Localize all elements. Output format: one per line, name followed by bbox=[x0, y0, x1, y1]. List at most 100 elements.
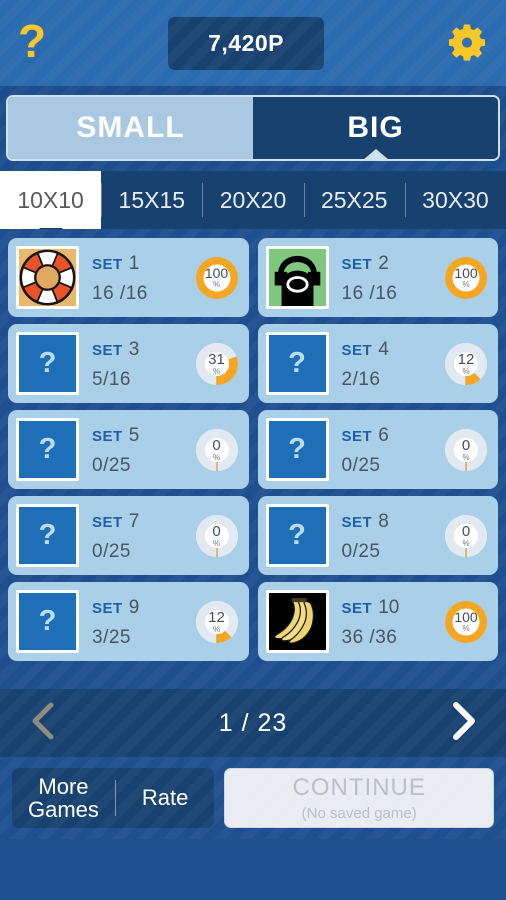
tab-small[interactable]: SMALL bbox=[8, 97, 253, 159]
continue-button[interactable]: CONTINUE (No saved game) bbox=[224, 768, 494, 828]
set-info: SET 2 16 /16 bbox=[329, 251, 444, 305]
set-number: 8 bbox=[378, 510, 389, 532]
set-thumbnail-locked: ? bbox=[16, 590, 79, 653]
set-word: SET bbox=[341, 427, 373, 445]
puzzle-set-card[interactable]: SET 1 16 /16 100% bbox=[8, 238, 249, 317]
set-progress-count: 16 /16 bbox=[92, 282, 148, 304]
set-title-line: SET 5 bbox=[92, 425, 194, 447]
help-icon[interactable]: ? bbox=[18, 18, 46, 64]
percent-symbol: % bbox=[212, 366, 221, 376]
percent-symbol: % bbox=[462, 366, 470, 376]
set-info: SET 9 3/25 bbox=[79, 595, 194, 649]
completion-ring: 100% bbox=[443, 599, 489, 645]
percent-symbol: % bbox=[212, 452, 221, 462]
page-indicator: 1 / 23 bbox=[218, 708, 288, 737]
chevron-right-icon[interactable] bbox=[446, 699, 480, 748]
set-thumbnail bbox=[265, 590, 329, 653]
set-word: SET bbox=[92, 255, 123, 273]
question-mark-icon: ? bbox=[288, 519, 306, 551]
puzzle-set-grid-area: SET 1 16 /16 100% SET 2 16 /16 100%? SET 3 5/16… bbox=[0, 229, 506, 689]
puzzle-set-card[interactable]: SET 10 36 /36 100% bbox=[257, 582, 498, 661]
percent-symbol: % bbox=[462, 538, 470, 548]
set-title-line: SET 10 bbox=[342, 597, 444, 619]
set-info: SET 5 0/25 bbox=[79, 423, 194, 477]
set-word: SET bbox=[341, 341, 373, 359]
set-info: SET 10 36 /36 bbox=[329, 595, 444, 649]
more-games-button[interactable]: More Games bbox=[12, 775, 115, 821]
completion-ring: 100% bbox=[194, 255, 240, 301]
percent-symbol: % bbox=[212, 280, 221, 289]
set-word: SET bbox=[92, 427, 123, 445]
tab-15x15[interactable]: 15X15 bbox=[101, 171, 202, 229]
completion-percent: 0 bbox=[212, 436, 221, 454]
tab-30x30[interactable]: 30X30 bbox=[404, 171, 506, 229]
percent-symbol: % bbox=[212, 538, 221, 548]
completion-ring-label: 0% bbox=[443, 513, 489, 559]
set-number: 5 bbox=[128, 424, 140, 446]
puzzle-set-card[interactable]: ? SET 6 0/25 0% bbox=[257, 410, 498, 489]
set-thumbnail-locked: ? bbox=[265, 418, 329, 481]
bottom-bar: More Games Rate CONTINUE (No saved game) bbox=[0, 757, 506, 839]
question-mark-icon: ? bbox=[288, 347, 306, 379]
tab-10x10[interactable]: 10X10 bbox=[0, 171, 102, 229]
question-mark-icon: ? bbox=[38, 519, 57, 551]
mode-toggle-bar: SMALL BIG bbox=[0, 86, 506, 171]
chevron-left-icon[interactable] bbox=[26, 699, 60, 748]
set-word: SET bbox=[92, 513, 123, 531]
set-info: SET 3 5/16 bbox=[79, 337, 194, 391]
set-info: SET 7 0/25 bbox=[79, 509, 194, 563]
set-progress-count: 3/25 bbox=[92, 626, 131, 648]
set-title-line: SET 4 bbox=[342, 339, 444, 361]
puzzle-set-card[interactable]: ? SET 7 0/25 0% bbox=[8, 496, 249, 575]
more-games-line1: More bbox=[38, 773, 89, 799]
set-word: SET bbox=[341, 599, 373, 617]
puzzle-set-card[interactable]: ? SET 8 0/25 0% bbox=[257, 496, 498, 575]
completion-ring: 0% bbox=[443, 427, 489, 473]
question-mark-icon: ? bbox=[38, 605, 57, 637]
secondary-actions: More Games Rate bbox=[12, 768, 215, 828]
completion-ring-label: 100% bbox=[443, 255, 489, 301]
set-title-line: SET 6 bbox=[342, 425, 444, 447]
gear-icon[interactable] bbox=[446, 22, 488, 64]
bananas-icon bbox=[268, 593, 326, 650]
telephone-icon bbox=[268, 249, 326, 306]
set-info: SET 8 0/25 bbox=[329, 509, 444, 563]
percent-symbol: % bbox=[212, 624, 221, 634]
set-title-line: SET 7 bbox=[92, 511, 194, 533]
puzzle-set-card[interactable]: ? SET 5 0/25 0% bbox=[8, 410, 249, 489]
points-badge[interactable]: 7,420P bbox=[168, 16, 324, 70]
tab-20x20[interactable]: 20X20 bbox=[202, 171, 303, 229]
lifebuoy-icon bbox=[19, 249, 76, 306]
set-number: 10 bbox=[378, 596, 400, 618]
set-thumbnail bbox=[265, 246, 329, 309]
completion-ring: 100% bbox=[443, 255, 489, 301]
tab-25x25[interactable]: 25X25 bbox=[303, 171, 405, 229]
puzzle-set-card[interactable]: ? SET 9 3/25 12% bbox=[8, 582, 249, 661]
rate-button[interactable]: Rate bbox=[116, 785, 214, 811]
set-thumbnail bbox=[16, 246, 79, 309]
mode-segmented-control: SMALL BIG bbox=[6, 95, 500, 161]
completion-ring-label: 12% bbox=[194, 599, 240, 645]
set-progress-count: 0/25 bbox=[92, 454, 131, 476]
completion-ring-label: 31% bbox=[194, 341, 240, 387]
set-info: SET 6 0/25 bbox=[329, 423, 444, 477]
set-word: SET bbox=[92, 341, 123, 359]
continue-sublabel: (No saved game) bbox=[301, 805, 417, 822]
set-number: 9 bbox=[128, 596, 140, 618]
puzzle-set-card[interactable]: SET 2 16 /16 100% bbox=[257, 238, 498, 317]
set-word: SET bbox=[341, 255, 373, 273]
pagination-bar: 1 / 23 bbox=[0, 689, 506, 757]
set-title-line: SET 2 bbox=[342, 253, 444, 275]
puzzle-set-card[interactable]: ? SET 3 5/16 31% bbox=[8, 324, 249, 403]
puzzle-set-card[interactable]: ? SET 4 2/16 12% bbox=[257, 324, 498, 403]
completion-percent: 0 bbox=[212, 522, 221, 540]
completion-ring-label: 12% bbox=[443, 341, 489, 387]
completion-ring: 0% bbox=[194, 427, 240, 473]
completion-ring: 0% bbox=[443, 513, 489, 559]
tab-big[interactable]: BIG bbox=[253, 97, 498, 159]
percent-symbol: % bbox=[462, 452, 470, 462]
completion-percent: 100 bbox=[454, 609, 478, 625]
completion-ring-label: 100% bbox=[194, 255, 240, 301]
set-word: SET bbox=[341, 513, 373, 531]
completion-ring: 31% bbox=[194, 341, 240, 387]
